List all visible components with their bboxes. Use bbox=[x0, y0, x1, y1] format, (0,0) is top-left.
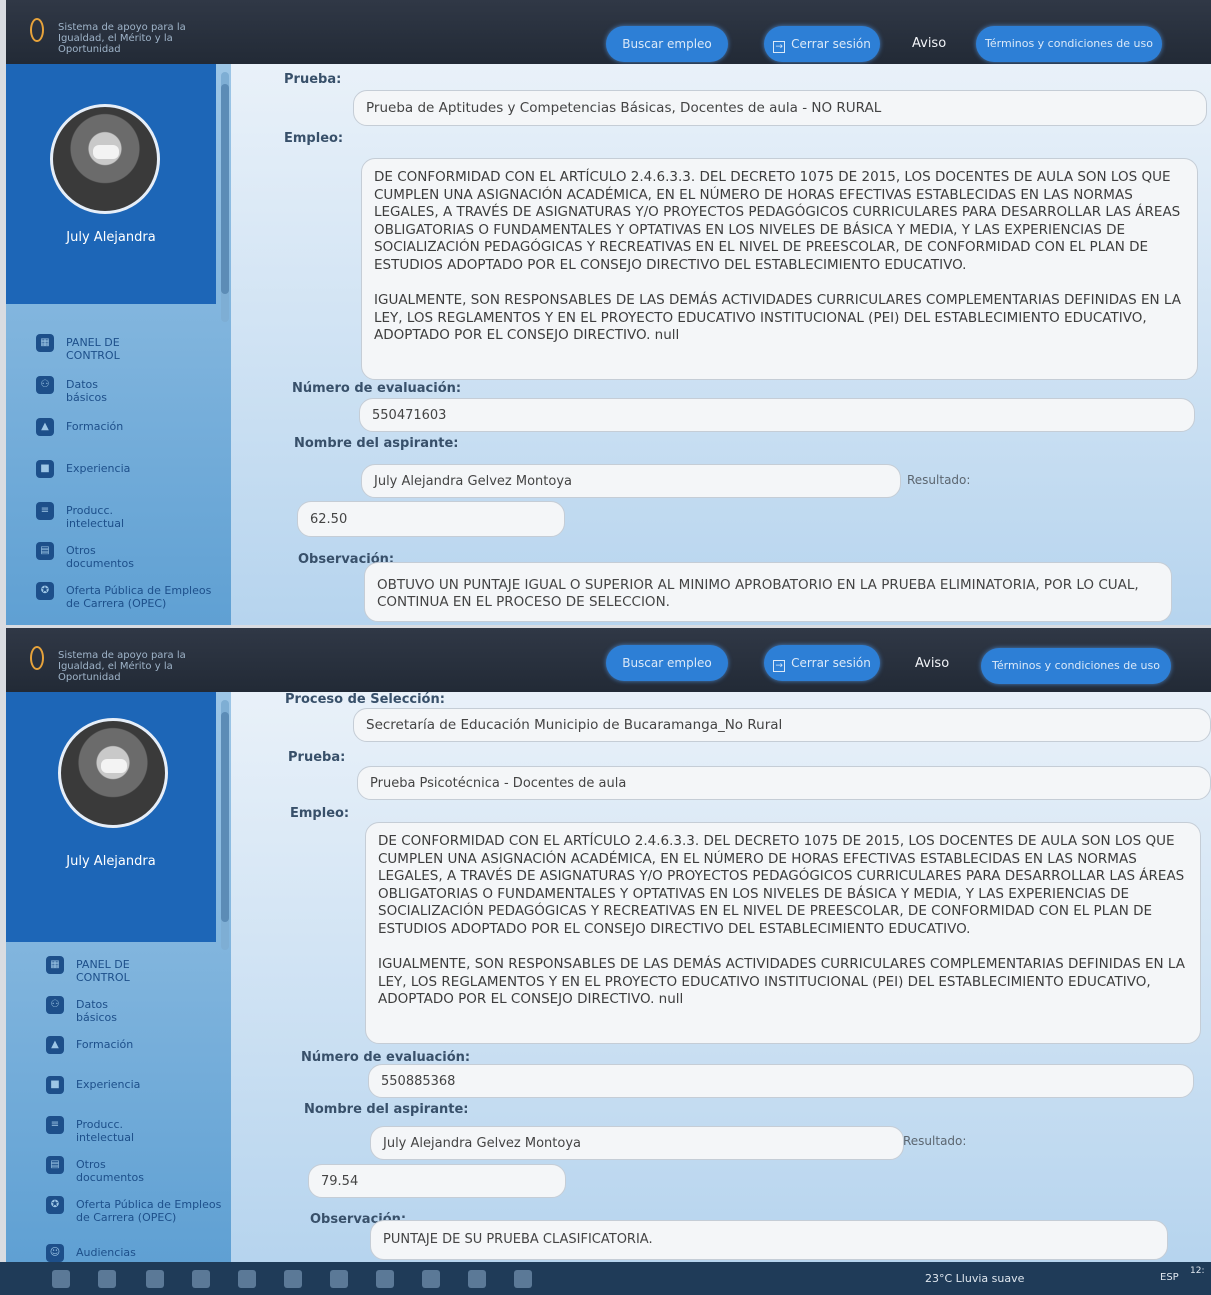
eval-number-field: 550471603 bbox=[359, 398, 1195, 432]
result-label: Resultado: bbox=[907, 473, 971, 487]
logo-icon bbox=[30, 646, 44, 670]
logout-button[interactable]: → Cerrar sesión bbox=[764, 26, 880, 62]
job-text-paragraph-2: IGUALMENTE, SON RESPONSABLES DE LAS DEMÁ… bbox=[378, 956, 1185, 1007]
applicant-label: Nombre del aspirante: bbox=[304, 1102, 469, 1117]
notice-link[interactable]: Aviso bbox=[915, 656, 949, 671]
language-indicator[interactable]: ESP bbox=[1160, 1272, 1179, 1283]
dashboard-icon: ▦ bbox=[36, 334, 54, 352]
app-icon[interactable] bbox=[146, 1270, 164, 1288]
terms-button[interactable]: Términos y condiciones de uso bbox=[981, 648, 1171, 684]
weather-widget[interactable]: 23°C Lluvia suave bbox=[925, 1272, 1024, 1285]
job-description: DE CONFORMIDAD CON EL ARTÍCULO 2.4.6.3.3… bbox=[365, 822, 1201, 1044]
app-icon[interactable] bbox=[468, 1270, 486, 1288]
test-label: Prueba: bbox=[284, 72, 342, 87]
logout-icon: → bbox=[773, 41, 786, 53]
app-icon[interactable] bbox=[238, 1270, 256, 1288]
file-icon: ▤ bbox=[36, 542, 54, 560]
offer-icon: ✪ bbox=[46, 1196, 64, 1214]
graduation-icon: ▲ bbox=[46, 1036, 64, 1054]
search-job-button[interactable]: Buscar empleo bbox=[606, 26, 728, 62]
briefcase-icon: ■ bbox=[36, 460, 54, 478]
screenshot-top: Sistema de apoyo para la Igualdad, el Mé… bbox=[6, 0, 1211, 625]
user-name: July Alejandra bbox=[66, 854, 156, 869]
observation-field: PUNTAJE DE SU PRUEBA CLASIFICATORIA. bbox=[370, 1220, 1168, 1260]
top-navbar: Sistema de apoyo para la Igualdad, el Mé… bbox=[6, 628, 1211, 692]
applicant-field: July Alejandra Gelvez Montoya bbox=[361, 464, 901, 498]
applicant-label: Nombre del aspirante: bbox=[294, 436, 459, 451]
job-text-paragraph-1: DE CONFORMIDAD CON EL ARTÍCULO 2.4.6.3.3… bbox=[378, 833, 1185, 937]
app-icon[interactable] bbox=[330, 1270, 348, 1288]
chrome-icon[interactable] bbox=[284, 1270, 302, 1288]
sidebar: July Alejandra ▦ PANEL DE CONTROL ⚇ Datos … bbox=[6, 64, 231, 625]
results-panel: Prueba: Prueba de Aptitudes y Competenci… bbox=[231, 64, 1211, 625]
profile-panel: July Alejandra bbox=[6, 64, 216, 304]
job-label: Empleo: bbox=[284, 131, 344, 146]
dashboard-icon: ▦ bbox=[46, 956, 64, 974]
users-icon: ⚇ bbox=[36, 376, 54, 394]
sidebar-scrollbar[interactable] bbox=[221, 72, 229, 322]
graduation-icon: ▲ bbox=[36, 418, 54, 436]
logout-icon: → bbox=[773, 660, 786, 672]
logo-icon bbox=[30, 18, 44, 42]
eval-number-label: Número de evaluación: bbox=[301, 1050, 471, 1065]
test-label: Prueba: bbox=[288, 750, 346, 765]
windows-taskbar: 23°C Lluvia suave ESP 12: bbox=[0, 1262, 1211, 1295]
briefcase-icon: ■ bbox=[46, 1076, 64, 1094]
result-field: 62.50 bbox=[297, 501, 565, 537]
avatar bbox=[58, 718, 168, 828]
screenshot-bottom: Sistema de apoyo para la Igualdad, el Mé… bbox=[6, 628, 1211, 1262]
notice-link[interactable]: Aviso bbox=[912, 36, 946, 51]
top-navbar: Sistema de apoyo para la Igualdad, el Mé… bbox=[6, 0, 1211, 64]
user-name: July Alejandra bbox=[66, 230, 156, 245]
brand-text: Sistema de apoyo para la Igualdad, el Mé… bbox=[58, 650, 186, 683]
test-field: Prueba de Aptitudes y Competencias Básic… bbox=[353, 90, 1207, 126]
document-icon: ≡ bbox=[36, 502, 54, 520]
test-field: Prueba Psicotécnica - Docentes de aula bbox=[357, 766, 1211, 800]
brand-text: Sistema de apoyo para la Igualdad, el Mé… bbox=[58, 22, 186, 55]
result-label: Resultado: bbox=[903, 1134, 967, 1148]
process-label: Proceso de Selección: bbox=[285, 692, 445, 707]
process-field: Secretaría de Educación Municipio de Buc… bbox=[353, 708, 1211, 742]
logout-label: Cerrar sesión bbox=[791, 656, 871, 670]
taskview-icon[interactable] bbox=[98, 1270, 116, 1288]
start-icon[interactable] bbox=[52, 1270, 70, 1288]
clock[interactable]: 12: bbox=[1190, 1266, 1204, 1276]
sidebar: July Alejandra ▦ PANEL DE CONTROL ⚇ Datos … bbox=[6, 692, 231, 1262]
avatar bbox=[50, 104, 160, 214]
job-text-paragraph-2: IGUALMENTE, SON RESPONSABLES DE LAS DEMÁ… bbox=[374, 292, 1181, 343]
users-icon: ⚇ bbox=[46, 996, 64, 1014]
file-icon: ▤ bbox=[46, 1156, 64, 1174]
observation-field: OBTUVO UN PUNTAJE IGUAL O SUPERIOR AL MI… bbox=[364, 562, 1172, 622]
results-panel: Proceso de Selección: Secretaría de Educ… bbox=[231, 692, 1211, 1262]
job-text-paragraph-1: DE CONFORMIDAD CON EL ARTÍCULO 2.4.6.3.3… bbox=[374, 169, 1181, 273]
app-icon[interactable] bbox=[192, 1270, 210, 1288]
terms-button[interactable]: Términos y condiciones de uso bbox=[976, 26, 1162, 62]
sidebar-scrollbar[interactable] bbox=[221, 700, 229, 950]
search-job-button[interactable]: Buscar empleo bbox=[606, 645, 728, 681]
eval-number-label: Número de evaluación: bbox=[292, 381, 462, 396]
app-icon[interactable] bbox=[514, 1270, 532, 1288]
logout-button[interactable]: → Cerrar sesión bbox=[764, 645, 880, 681]
document-icon: ≡ bbox=[46, 1116, 64, 1134]
eval-number-field: 550885368 bbox=[368, 1064, 1194, 1098]
offer-icon: ✪ bbox=[36, 582, 54, 600]
logout-label: Cerrar sesión bbox=[791, 37, 871, 51]
result-field: 79.54 bbox=[308, 1164, 566, 1198]
profile-panel: July Alejandra bbox=[6, 692, 216, 942]
audience-icon: ☺ bbox=[46, 1244, 64, 1262]
app-icon[interactable] bbox=[422, 1270, 440, 1288]
applicant-field: July Alejandra Gelvez Montoya bbox=[370, 1126, 904, 1160]
job-label: Empleo: bbox=[290, 806, 350, 821]
illustrator-icon[interactable] bbox=[376, 1270, 394, 1288]
job-description: DE CONFORMIDAD CON EL ARTÍCULO 2.4.6.3.3… bbox=[361, 158, 1198, 380]
